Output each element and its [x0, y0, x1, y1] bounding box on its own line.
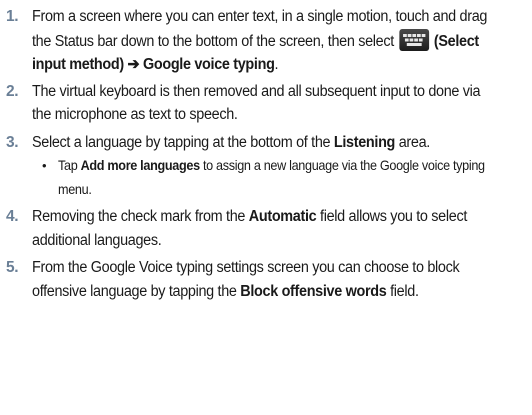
bullet: • [42, 158, 47, 173]
step-number: 5. [6, 259, 19, 276]
step-2: 2. The virtual keyboard is then removed … [6, 80, 522, 127]
step-text: Removing the check mark from the Automat… [32, 205, 488, 252]
block-offensive-words-label: Block offensive words [240, 282, 387, 300]
step-number: 4. [6, 208, 19, 225]
step-text-part: Removing the check mark from the [32, 208, 249, 225]
step-1: 1. From a screen where you can enter tex… [6, 5, 522, 77]
step-text: From a screen where you can enter text, … [32, 5, 488, 77]
substep-add-languages: • Tap Add more languages to assign a new… [32, 154, 522, 201]
step-text-part: field. [386, 282, 419, 300]
step-text: The virtual keyboard is then removed and… [32, 82, 481, 124]
listening-label: Listening [333, 133, 396, 151]
step-5: 5. From the Google Voice typing settings… [6, 256, 522, 303]
instruction-document: 1. From a screen where you can enter tex… [0, 0, 532, 415]
step-number: 3. [6, 133, 19, 151]
keyboard-icon-graphic [403, 33, 426, 46]
step-text: From the Google Voice typing settings sc… [32, 256, 488, 303]
automatic-label: Automatic [248, 208, 317, 225]
step-text-part: Select a language by tapping at the bott… [32, 133, 334, 151]
step-text-part: area. [395, 133, 431, 151]
step-3: 3. Select a language by tapping at the b… [6, 131, 522, 155]
step-4: 4. Removing the check mark from the Auto… [6, 205, 522, 252]
arrow: ➔ [123, 56, 143, 73]
keyboard-icon [399, 28, 430, 51]
substep-text: Tap Add more languages to assign a new l… [58, 154, 490, 201]
substep-text-part: Tap [58, 158, 81, 173]
google-voice-typing-label: Google voice typing [142, 56, 275, 73]
add-more-languages-label: Add more languages [80, 158, 201, 173]
step-number: 2. [6, 82, 19, 100]
step-number: 1. [6, 8, 19, 25]
step-text: Select a language by tapping at the bott… [32, 131, 488, 155]
step-text-end: . [274, 56, 279, 73]
